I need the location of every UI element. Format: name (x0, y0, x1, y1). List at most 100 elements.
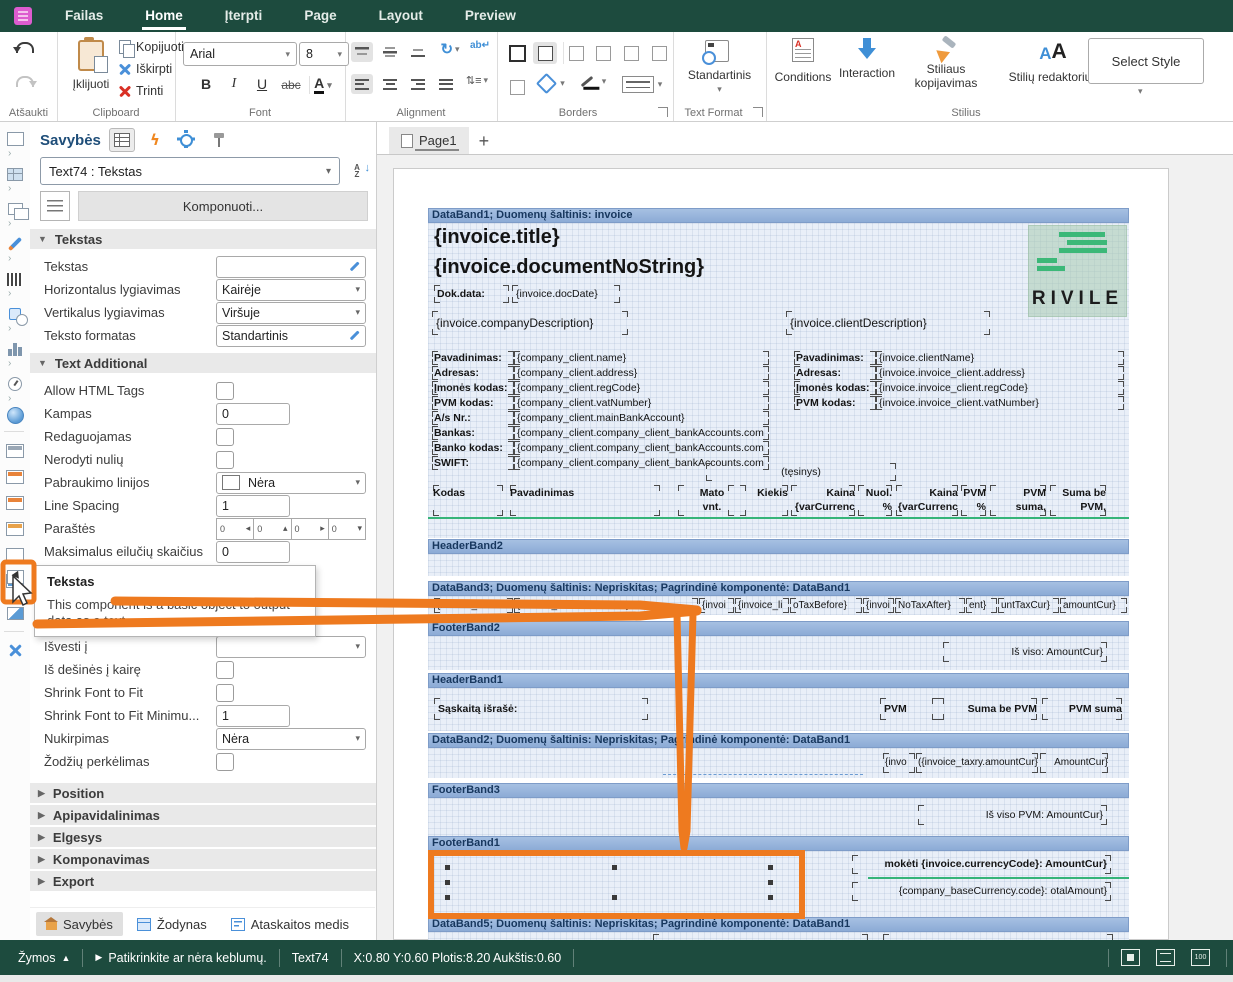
band-content-footerband3[interactable]: Iš viso PVM: AmountCur} (428, 798, 1129, 836)
check-issues-button[interactable]: ▶Patikrinkite ar nėra keblumų. (95, 951, 266, 965)
band-header-footerband3[interactable]: FooterBand3 (428, 783, 1129, 798)
company-row-value[interactable]: {company_client.address} (514, 366, 769, 380)
databand3-cell[interactable]: untTaxCur} (998, 598, 1059, 613)
band-icon-2[interactable] (4, 467, 26, 487)
border-right-button[interactable] (619, 42, 643, 64)
rivile-logo[interactable]: RIVILE (1028, 225, 1127, 317)
italic-button[interactable]: I (225, 76, 243, 92)
gauge-icon[interactable] (4, 374, 26, 394)
band-content-footerband1[interactable]: mokėti {invoice.currencyCode}: AmountCur… (428, 851, 1129, 917)
band-header-headerband1[interactable]: HeaderBand1 (428, 673, 1129, 688)
text-format-button[interactable] (705, 40, 729, 62)
chevron-icon[interactable]: › (8, 288, 11, 299)
property-input[interactable]: 1 (216, 495, 290, 517)
databand3-cell[interactable]: {invoice_li (434, 598, 513, 613)
font-family-select[interactable]: Arial▾ (183, 42, 297, 66)
client-row-label[interactable]: PVM kodas: (794, 396, 876, 410)
border-color-button[interactable]: ▾ (575, 76, 611, 87)
chevron-icon[interactable]: › (8, 253, 11, 264)
menu-item-preview[interactable]: Preview (444, 0, 537, 32)
settings-button[interactable] (175, 129, 199, 151)
checkbox[interactable] (216, 753, 234, 771)
strikethrough-button[interactable]: abc (279, 78, 303, 92)
databand3-cell[interactable]: NoTaxAfter} (895, 598, 965, 613)
company-row-value[interactable]: {company_client.name} (514, 351, 769, 365)
compose-button[interactable]: Komponuoti... (78, 191, 368, 221)
justify-button[interactable] (435, 74, 457, 94)
map-icon[interactable] (4, 405, 26, 425)
company-row-label[interactable]: SWIFT: (432, 456, 514, 470)
band-header-footerband1[interactable]: FooterBand1 (428, 836, 1129, 851)
chevron-icon[interactable]: › (8, 183, 11, 194)
client-row-label[interactable]: Pavadinimas: (794, 351, 876, 365)
margin-input[interactable]: 0▴ (254, 518, 291, 540)
redo-button[interactable] (16, 76, 34, 87)
property-input[interactable] (216, 256, 366, 278)
band-icon-3[interactable] (4, 493, 26, 513)
selection-handle[interactable] (445, 880, 450, 885)
table-header-cell[interactable]: Kaina{varCurrenc (896, 485, 958, 516)
section-position[interactable]: ▶Position (30, 783, 376, 803)
property-input[interactable]: 1 (216, 705, 290, 727)
band-content-databand5[interactable] (428, 932, 1129, 940)
company-row-value[interactable]: {company_client.regCode} (514, 381, 769, 395)
section-komponavimas[interactable]: ▶Komponavimas (30, 849, 376, 869)
client-row-value[interactable]: {invoice.clientName} (876, 351, 1124, 365)
pencil-icon[interactable] (4, 234, 26, 254)
databand3-cell[interactable]: oTaxBefore} (790, 598, 862, 613)
checkbox[interactable] (216, 382, 234, 400)
paste-button[interactable]: Įklijuoti (67, 40, 115, 91)
align-top-button[interactable] (351, 42, 373, 62)
select-style-button[interactable]: Select Style (1088, 38, 1204, 84)
border-left-button[interactable] (563, 42, 588, 64)
client-row-value[interactable]: {invoice.invoice_client.vatNumber} (876, 396, 1124, 410)
band-header-databand1[interactable]: DataBand1; Duomenų šaltinis: invoice (428, 208, 1129, 223)
selection-handle[interactable] (445, 895, 450, 900)
undo-button[interactable] (16, 42, 34, 53)
company-row-label[interactable]: Įmonės kodas: (432, 381, 514, 395)
table-header-cell[interactable]: PVMsuma, (990, 485, 1046, 516)
band-content-databand2[interactable]: {invo({invoice_taxry.amountCur}AmountCur… (428, 748, 1129, 778)
fill-color-button[interactable]: ▾ (535, 76, 569, 91)
databand3-cell[interactable]: {invoi (699, 598, 734, 613)
sort-az-icon[interactable]: AZ (346, 164, 368, 178)
panel-tab-žodynas[interactable]: Žodynas (127, 912, 217, 936)
databand2-cell[interactable]: AmountCur} (1040, 753, 1108, 773)
property-input[interactable]: 0 (216, 541, 290, 563)
client-row-label[interactable]: Įmonės kodas: (794, 381, 876, 395)
tools-icon[interactable] (4, 641, 26, 661)
menu-item-layout[interactable]: Layout (358, 0, 444, 32)
bold-button[interactable]: B (197, 76, 215, 92)
events-toggle[interactable]: ϟ (143, 129, 167, 151)
text-lines-button[interactable] (40, 191, 70, 221)
property-select[interactable]: Viršuje▾ (216, 302, 366, 324)
text-rotation-button[interactable]: ↻▾ (435, 40, 465, 58)
align-bottom-button[interactable] (407, 42, 429, 62)
band-icon-5[interactable] (4, 545, 26, 565)
invoice-docno-field[interactable]: {invoice.documentNoString} (434, 253, 764, 281)
company-row-label[interactable]: A/s Nr.: (432, 411, 514, 425)
vat-total-field[interactable]: Iš viso PVM: AmountCur} (918, 805, 1107, 825)
font-size-select[interactable]: 8▾ (299, 42, 349, 66)
line-spacing-button[interactable]: ⇅≡▾ (461, 74, 493, 87)
panel-tab-savybės[interactable]: Savybės (36, 912, 123, 936)
client-desc-field[interactable]: {invoice.clientDescription} (786, 311, 990, 335)
margin-input[interactable]: 0◂ (216, 518, 254, 540)
databand3-cell[interactable]: {invoice_lines.itemName} (514, 598, 698, 613)
property-select[interactable]: Nėra▾ (216, 728, 366, 750)
continuation-field[interactable]: (tęsinys) (706, 463, 896, 481)
menu-item-failas[interactable]: Failas (44, 0, 124, 32)
databand2-cell[interactable]: ({invoice_taxry.amountCur} (916, 753, 1038, 773)
menu-item-įterpti[interactable]: Įterpti (204, 0, 284, 32)
chevron-icon[interactable]: › (8, 218, 11, 229)
menu-item-home[interactable]: Home (124, 0, 204, 32)
selection-handle[interactable] (768, 880, 773, 885)
payable-field[interactable]: mokėti {invoice.currencyCode}: AmountCur… (852, 855, 1111, 874)
menu-item-page[interactable]: Page (283, 0, 357, 32)
property-input[interactable]: Standartinis (216, 325, 366, 347)
fit-height-button[interactable] (1156, 949, 1175, 966)
borders-dialog-launcher-icon[interactable] (658, 107, 668, 117)
databand3-cell[interactable]: amountCur} (1060, 598, 1127, 613)
company-row-value[interactable]: {company_client.vatNumber} (514, 396, 769, 410)
conditions-button[interactable]: Conditions (774, 38, 832, 84)
